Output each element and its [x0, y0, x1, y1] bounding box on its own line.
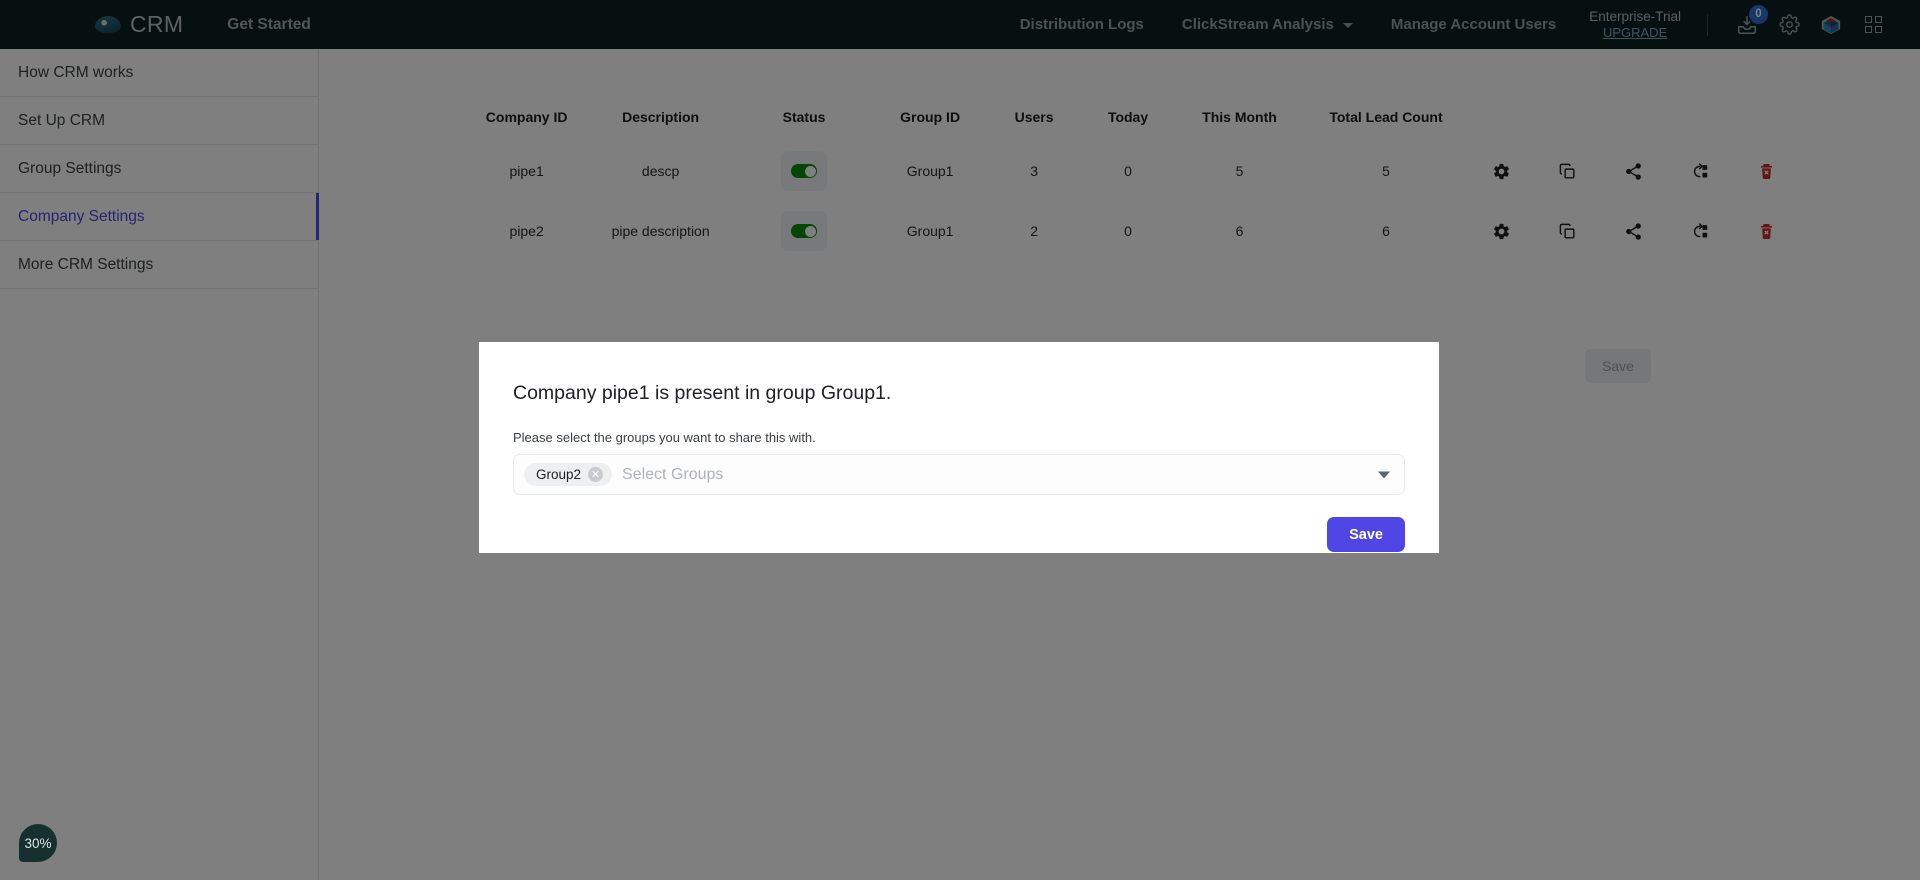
- modal-actions: Save: [513, 517, 1405, 552]
- selected-group-chip: Group2 ✕: [524, 463, 613, 486]
- selected-group-chip-label: Group2: [536, 467, 582, 482]
- remove-chip-icon[interactable]: ✕: [588, 467, 604, 482]
- share-groups-modal: Company pipe1 is present in group Group1…: [479, 342, 1439, 553]
- app-root: CRM Get Started Distribution Logs ClickS…: [0, 0, 1920, 880]
- modal-save-button[interactable]: Save: [1327, 517, 1405, 552]
- group-select-input[interactable]: Group2 ✕ Select Groups: [513, 454, 1405, 495]
- zoom-level-badge[interactable]: 30%: [19, 824, 57, 862]
- modal-subtitle: Please select the groups you want to sha…: [513, 430, 816, 445]
- dropdown-caret-icon[interactable]: [1378, 471, 1390, 478]
- group-select-placeholder: Select Groups: [622, 465, 724, 483]
- modal-title: Company pipe1 is present in group Group1…: [513, 382, 892, 404]
